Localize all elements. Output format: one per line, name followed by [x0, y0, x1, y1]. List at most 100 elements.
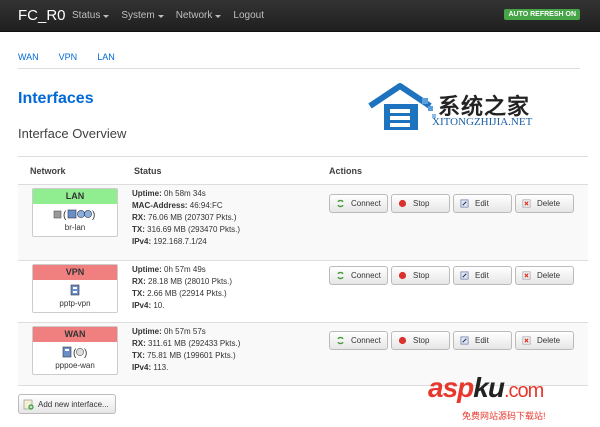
aspku-watermark: aspku.com: [428, 372, 544, 404]
edit-button[interactable]: Edit: [453, 266, 512, 285]
main-menu: Status System Network Logout: [72, 10, 264, 21]
network-badge-vpn[interactable]: VPN pptp-vpn: [32, 264, 118, 313]
status-line: RX: 311.61 MB (292433 Pkts.): [132, 339, 241, 348]
tunnel-icon: [70, 284, 80, 296]
stop-button[interactable]: Stop: [391, 266, 450, 285]
table-header: Network Status Actions: [18, 157, 588, 184]
tab-vpn[interactable]: VPN: [59, 52, 78, 62]
auto-refresh-toggle[interactable]: AUTO REFRESH ON: [504, 9, 580, 20]
edit-icon: [460, 199, 469, 208]
delete-label: Delete: [537, 336, 561, 345]
delete-button[interactable]: Delete: [515, 194, 574, 213]
status-line: IPv4: 192.168.7.1/24: [132, 237, 207, 246]
aspku-tagline: 免费网站源码下载站!: [462, 411, 546, 421]
header-actions: Actions: [329, 166, 363, 176]
status-line: RX: 76.06 MB (207307 Pkts.): [132, 213, 237, 222]
network-badge-body: ( ) br-lan: [33, 204, 117, 236]
network-name: WAN: [33, 327, 117, 342]
reload-icon: [337, 199, 344, 208]
row-actions: Connect Stop Edit Delete: [329, 194, 574, 213]
stop-button[interactable]: Stop: [391, 331, 450, 350]
edit-icon: [460, 336, 469, 345]
menu-status[interactable]: Status: [72, 10, 110, 21]
tab-lan[interactable]: LAN: [97, 52, 115, 62]
delete-label: Delete: [537, 199, 561, 208]
interface-status: Uptime: 0h 57m 57s RX: 311.61 MB (292433…: [132, 326, 240, 374]
ethernet-port-icon: ( ): [62, 346, 87, 358]
connect-button[interactable]: Connect: [329, 266, 388, 285]
edit-icon: [460, 271, 469, 280]
menu-status-label: Status: [72, 10, 101, 21]
section-title: Interface Overview: [18, 126, 127, 141]
connect-button[interactable]: Connect: [329, 331, 388, 350]
connect-label: Connect: [351, 199, 381, 208]
menu-logout[interactable]: Logout: [233, 10, 264, 21]
svg-text:): ): [92, 210, 95, 220]
network-device: br-lan: [64, 223, 86, 232]
status-line: MAC-Address: 46:94:FC: [132, 201, 223, 210]
status-line: RX: 28.18 MB (28010 Pkts.): [132, 277, 233, 286]
network-name: LAN: [33, 189, 117, 204]
edit-button[interactable]: Edit: [453, 331, 512, 350]
stop-icon: [398, 199, 407, 208]
delete-icon: [522, 336, 531, 345]
network-badge-body: ( ) pppoe-wan: [33, 342, 117, 374]
tab-wan[interactable]: WAN: [18, 52, 39, 62]
add-interface-button[interactable]: Add new interface...: [18, 394, 116, 414]
interface-tabs: WAN VPN LAN: [18, 52, 115, 62]
status-line: Uptime: 0h 58m 34s: [132, 189, 206, 198]
status-line: TX: 75.81 MB (199601 Pkts.): [132, 351, 236, 360]
edit-label: Edit: [475, 271, 489, 280]
ethernet-bridge-icon: ( ): [53, 209, 95, 220]
edit-button[interactable]: Edit: [453, 194, 512, 213]
add-icon: [23, 399, 34, 410]
top-navbar: FC_R0 Status System Network Logout AUTO …: [0, 0, 600, 32]
status-line: IPv4: 10.: [132, 301, 165, 310]
table-row: VPN pptp-vpn Uptime: 0h 57m 49s RX: 28.1…: [18, 260, 588, 322]
row-actions: Connect Stop Edit Delete: [329, 331, 574, 350]
connect-label: Connect: [351, 271, 381, 280]
reload-icon: [337, 336, 344, 345]
watermark-site-url: XITONGZHIJIA.NET: [432, 116, 533, 128]
header-status: Status: [134, 166, 162, 176]
chevron-down-icon: [215, 14, 222, 18]
row-actions: Connect Stop Edit Delete: [329, 266, 574, 285]
header-network: Network: [30, 166, 66, 176]
aspku-asp: asp: [428, 372, 474, 403]
stop-label: Stop: [413, 271, 430, 280]
network-device: pptp-vpn: [59, 299, 91, 308]
delete-button[interactable]: Delete: [515, 331, 574, 350]
aspku-com: .com: [503, 380, 544, 402]
status-line: Uptime: 0h 57m 49s: [132, 265, 206, 274]
stop-label: Stop: [413, 336, 430, 345]
menu-network-label: Network: [175, 10, 213, 21]
delete-icon: [522, 199, 531, 208]
status-line: TX: 2.66 MB (22914 Pkts.): [132, 289, 227, 298]
svg-text:): ): [84, 348, 87, 358]
interfaces-table: Network Status Actions LAN ( ) br-lan Up…: [18, 156, 588, 386]
connect-button[interactable]: Connect: [329, 194, 388, 213]
menu-logout-label: Logout: [233, 10, 264, 21]
wan-device-icons: ( ): [33, 345, 117, 359]
network-name: VPN: [33, 265, 117, 280]
tabs-divider: [18, 68, 580, 69]
network-badge-wan[interactable]: WAN ( ) pppoe-wan: [32, 326, 118, 375]
delete-label: Delete: [537, 271, 561, 280]
network-badge-lan[interactable]: LAN ( ) br-lan: [32, 188, 118, 237]
page-title: Interfaces: [18, 90, 94, 107]
network-badge-body: pptp-vpn: [33, 280, 117, 312]
network-device: pppoe-wan: [55, 361, 95, 370]
interface-status: Uptime: 0h 57m 49s RX: 28.18 MB (28010 P…: [132, 264, 232, 312]
bridge-icons: ( ): [33, 207, 117, 221]
delete-button[interactable]: Delete: [515, 266, 574, 285]
menu-system-label: System: [121, 10, 155, 21]
table-row: LAN ( ) br-lan Uptime: 0h 58m 34s MAC-Ad: [18, 184, 588, 260]
delete-icon: [522, 271, 531, 280]
vpn-device-icons: [33, 283, 117, 297]
router-hostname[interactable]: FC_R0: [18, 7, 66, 24]
edit-label: Edit: [475, 336, 489, 345]
menu-network[interactable]: Network: [176, 10, 222, 21]
menu-system[interactable]: System: [121, 10, 164, 21]
status-line: IPv4: 113.: [132, 363, 169, 372]
stop-button[interactable]: Stop: [391, 194, 450, 213]
